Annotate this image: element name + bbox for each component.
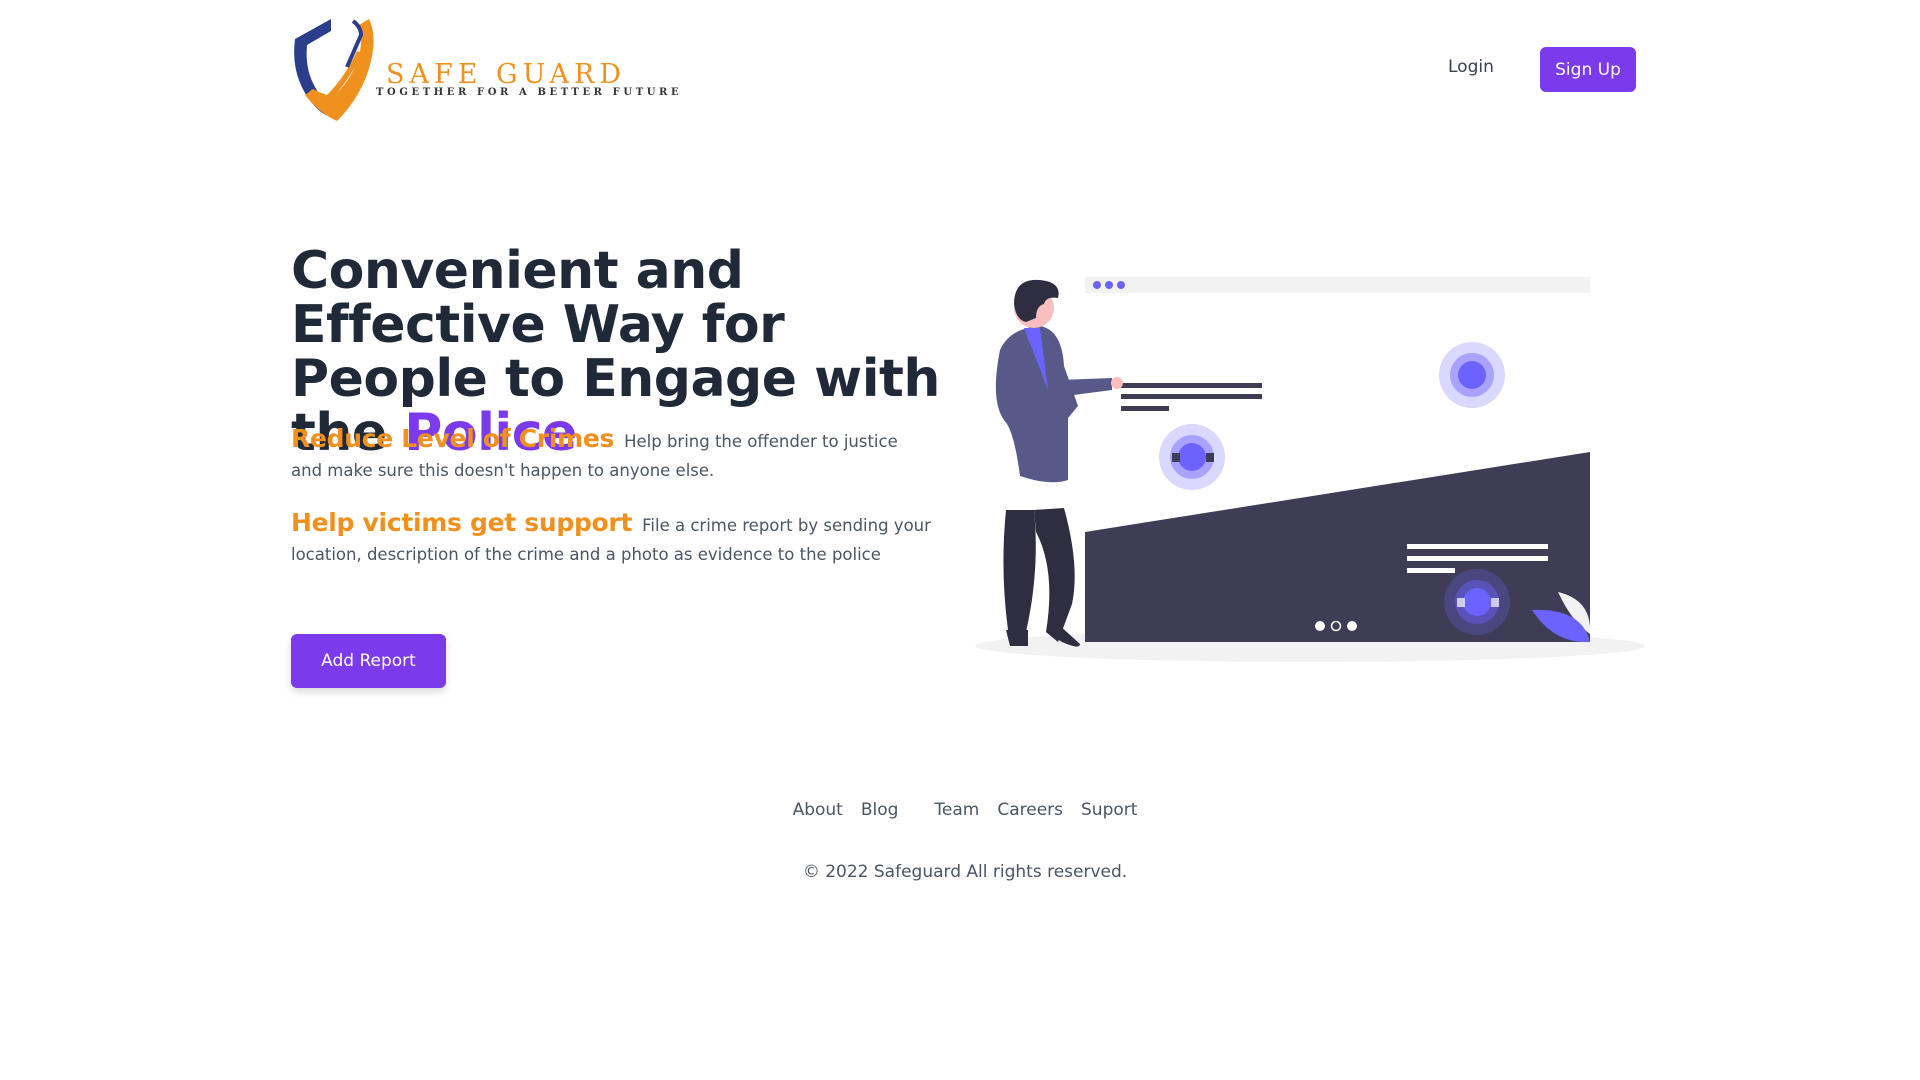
feature-heading: Reduce Level of Crimes bbox=[291, 424, 615, 453]
login-link[interactable]: Login bbox=[1448, 57, 1494, 77]
signup-button[interactable]: Sign Up bbox=[1540, 47, 1636, 92]
feature-victim-support: Help victims get support File a crime rep… bbox=[291, 508, 931, 569]
footer-link-blog[interactable]: Blog bbox=[861, 800, 899, 820]
brand-logo[interactable]: SAFE GUARD TOGETHER FOR A BETTER FUTURE bbox=[291, 17, 679, 125]
footer-link-careers[interactable]: Careers bbox=[997, 800, 1063, 820]
brand-tagline: TOGETHER FOR A BETTER FUTURE bbox=[376, 87, 683, 98]
copyright-text: © 2022 Safeguard All rights reserved. bbox=[802, 862, 1128, 882]
footer-link-about[interactable]: About bbox=[793, 800, 843, 820]
footer-link-team[interactable]: Team bbox=[934, 800, 979, 820]
add-report-button[interactable]: Add Report bbox=[291, 634, 446, 688]
brand-name: SAFE GUARD bbox=[386, 59, 626, 90]
hero-illustration bbox=[975, 277, 1645, 662]
shield-logo-icon bbox=[294, 19, 374, 121]
footer-link-support[interactable]: Suport bbox=[1081, 800, 1137, 820]
footer-nav: About Blog Team Careers Suport bbox=[0, 800, 1920, 820]
feature-heading: Help victims get support bbox=[291, 508, 633, 537]
feature-reduce-crimes: Reduce Level of Crimes Help bring the off… bbox=[291, 424, 931, 485]
